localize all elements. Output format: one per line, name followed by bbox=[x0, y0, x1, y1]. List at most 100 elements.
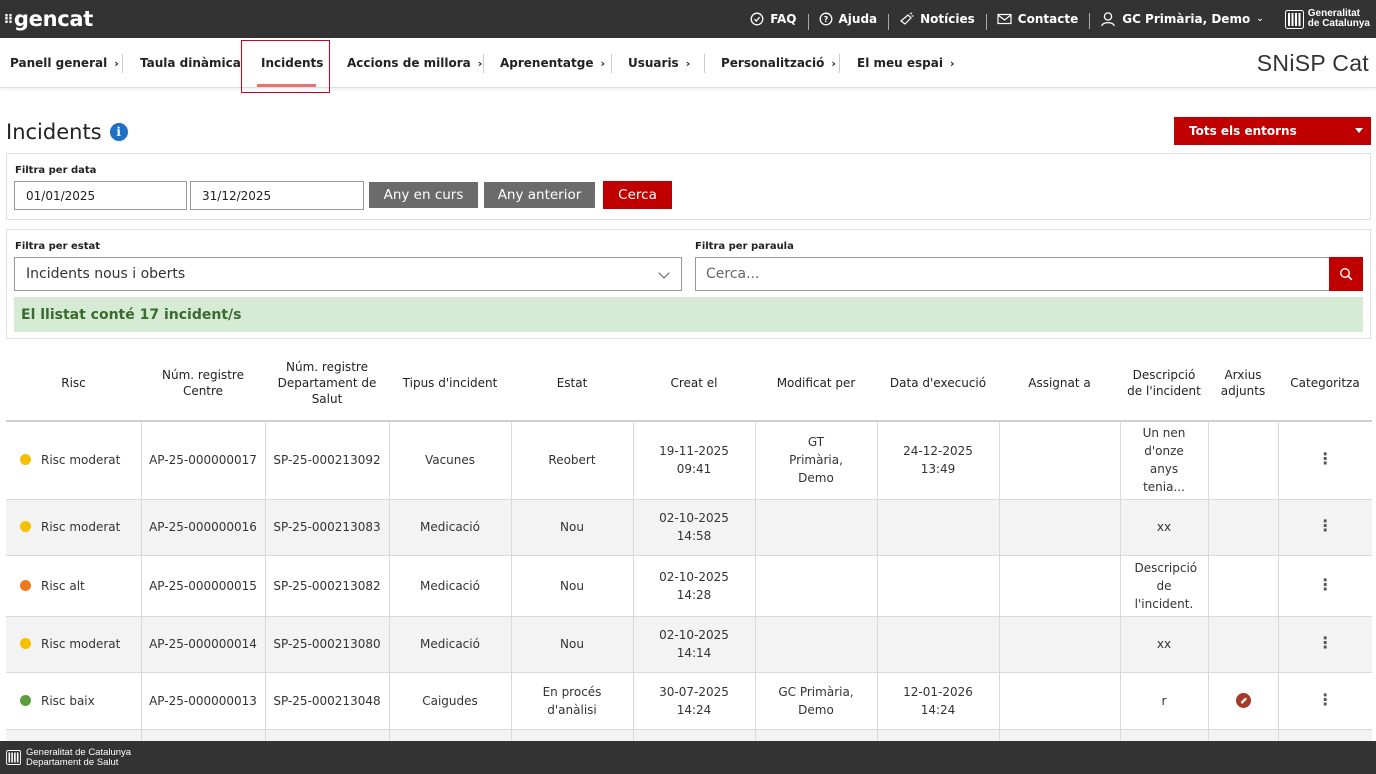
col-header-description[interactable]: Descripció de l'incident bbox=[1120, 346, 1208, 422]
faq-icon bbox=[750, 12, 764, 26]
col-header-modified-by[interactable]: Modificat per bbox=[755, 346, 877, 422]
footer-line2: Departament de Salut bbox=[26, 756, 119, 768]
nav-aprenentatge[interactable]: Aprenentatge › bbox=[500, 38, 605, 88]
risk-dot-icon bbox=[20, 638, 31, 649]
assigned-cell bbox=[998, 420, 1121, 500]
generalitat-brand[interactable]: Generalitat de Catalunya bbox=[1275, 9, 1370, 29]
exec-time: 13:49 bbox=[920, 462, 956, 477]
col-header-attachments[interactable]: Arxius adjunts bbox=[1208, 346, 1278, 422]
chevron-right-icon: › bbox=[600, 56, 606, 70]
attachments-cell bbox=[1207, 671, 1279, 730]
nav-personalitzacio[interactable]: Personalització › bbox=[721, 38, 836, 88]
nav-label: Personalització bbox=[721, 56, 825, 70]
assigned-cell bbox=[998, 498, 1121, 556]
date-search-button[interactable]: Cerca bbox=[603, 181, 672, 209]
svg-text:?: ? bbox=[823, 15, 828, 24]
previous-year-button[interactable]: Any anterior bbox=[484, 182, 595, 208]
table-row[interactable]: Risc moderat AP-25-000000016 SP-25-00021… bbox=[6, 498, 1372, 556]
attachment-icon[interactable] bbox=[1235, 692, 1251, 708]
more-options-icon[interactable]: ⋮ bbox=[1317, 690, 1333, 709]
more-options-icon[interactable]: ⋮ bbox=[1317, 633, 1333, 652]
news-link[interactable]: Notícies bbox=[888, 12, 986, 30]
word-search-input[interactable]: Cerca... bbox=[695, 257, 1330, 291]
categorize-cell: ⋮ bbox=[1277, 420, 1372, 500]
nav-panell-general[interactable]: Panell general › bbox=[10, 38, 119, 88]
nav-el-meu-espai[interactable]: El meu espai › bbox=[857, 38, 954, 88]
results-count-text: El llistat conté 17 incident/s bbox=[21, 306, 242, 323]
col-header-center-reg[interactable]: Núm. registre Centre bbox=[141, 346, 265, 422]
nav-taula-dinamica[interactable]: Taula dinàmica bbox=[140, 38, 241, 88]
environment-dropdown[interactable]: Tots els entorns bbox=[1174, 117, 1371, 145]
col-header-categorize[interactable]: Categoritza bbox=[1278, 346, 1372, 422]
risk-label: Risc baix bbox=[41, 693, 95, 708]
date-from-input[interactable]: 01/01/2025 bbox=[14, 181, 187, 210]
risk-cell: Risc baix bbox=[6, 671, 142, 730]
risk-dot-icon bbox=[20, 521, 31, 532]
created-date: 02-10-2025 bbox=[659, 628, 729, 642]
created-time: 14:28 bbox=[676, 587, 712, 602]
incidents-table-wrapper[interactable]: Risc Núm. registre Centre Núm. registre … bbox=[6, 346, 1372, 742]
table-row[interactable]: Risc moderat AP-25-000000014 SP-25-00021… bbox=[6, 615, 1372, 673]
help-icon: ? bbox=[819, 12, 832, 26]
help-label: Ajuda bbox=[838, 12, 878, 26]
status-select[interactable]: Incidents nous i oberts bbox=[14, 257, 682, 291]
table-row[interactable]: Risc alt AP-25-000000015 SP-25-000213082… bbox=[6, 554, 1372, 617]
table-row[interactable]: Risc moderat AP-25-000000017 SP-25-00021… bbox=[6, 420, 1372, 500]
faq-label: FAQ bbox=[770, 12, 797, 26]
more-options-icon[interactable]: ⋮ bbox=[1317, 449, 1333, 468]
created-time: 14:58 bbox=[676, 529, 712, 543]
chevron-down-icon: ⌄ bbox=[1256, 14, 1264, 24]
exec-date: 24-12-2025 bbox=[903, 444, 973, 459]
info-icon[interactable]: i bbox=[109, 123, 128, 141]
modified-by-cell: GT Primària, Demo bbox=[754, 420, 878, 500]
help-link[interactable]: ? Ajuda bbox=[807, 12, 889, 30]
current-year-button[interactable]: Any en curs bbox=[369, 182, 478, 208]
nav-usuaris[interactable]: Usuaris › bbox=[628, 38, 690, 88]
risk-label: Risc moderat bbox=[41, 520, 121, 534]
search-icon bbox=[1339, 267, 1353, 281]
col-header-exec-date[interactable]: Data d'execució bbox=[877, 346, 999, 422]
center-reg-cell: AP-25-000000015 bbox=[140, 554, 266, 617]
risk-dot-icon bbox=[20, 454, 31, 466]
current-year-label: Any en curs bbox=[383, 187, 464, 203]
col-header-dept-reg[interactable]: Núm. registre Departament de Salut bbox=[265, 346, 389, 422]
generalitat-brand-text: Generalitat de Catalunya bbox=[1308, 9, 1370, 29]
gencat-logo[interactable]: ⁝⁝ gencat bbox=[0, 7, 93, 31]
date-to-input[interactable]: 31/12/2025 bbox=[190, 181, 364, 210]
more-options-icon[interactable]: ⋮ bbox=[1317, 575, 1333, 594]
center-reg-cell: AP-25-000000013 bbox=[140, 671, 266, 730]
created-date: 30-07-2025 bbox=[659, 684, 729, 699]
word-filter-label: Filtra per paraula bbox=[695, 241, 794, 252]
word-search-button[interactable] bbox=[1329, 257, 1363, 291]
center-reg-cell: AP-25-000000017 bbox=[140, 420, 266, 500]
nav-label: Usuaris bbox=[628, 56, 679, 70]
modified-by-cell bbox=[754, 498, 878, 556]
created-time: 14:24 bbox=[676, 702, 712, 717]
status-cell: Nou bbox=[510, 554, 634, 617]
table-header-row: Risc Núm. registre Centre Núm. registre … bbox=[6, 346, 1372, 422]
faq-link[interactable]: FAQ bbox=[739, 12, 807, 26]
status-filter-label: Filtra per estat bbox=[15, 241, 101, 252]
col-header-type[interactable]: Tipus d'incident bbox=[389, 346, 511, 422]
col-header-created[interactable]: Creat el bbox=[633, 346, 755, 422]
modified-by-cell: GC Primària, Demo bbox=[754, 671, 878, 730]
attachments-cell bbox=[1207, 420, 1279, 500]
chevron-right-icon: › bbox=[685, 56, 691, 70]
nav-divider bbox=[839, 54, 840, 73]
user-menu[interactable]: GC Primària, Demo ⌄ bbox=[1089, 11, 1275, 29]
col-header-assigned[interactable]: Assignat a bbox=[999, 346, 1120, 422]
contact-link[interactable]: Contacte bbox=[985, 12, 1089, 30]
table-row[interactable]: Risc baix AP-25-000000013 SP-25-00021304… bbox=[6, 671, 1372, 730]
date-to-value: 31/12/2025 bbox=[202, 188, 272, 203]
more-options-icon[interactable]: ⋮ bbox=[1317, 516, 1333, 535]
risk-dot-icon bbox=[20, 694, 31, 706]
created-time: 09:41 bbox=[676, 462, 712, 477]
col-header-status[interactable]: Estat bbox=[511, 346, 633, 422]
risk-label: Risc alt bbox=[41, 578, 85, 593]
nav-accions-de-millora[interactable]: Accions de millora › bbox=[347, 38, 482, 88]
date-search-label: Cerca bbox=[618, 187, 657, 203]
col-header-risk[interactable]: Risc bbox=[6, 346, 141, 422]
contact-label: Contacte bbox=[1017, 12, 1079, 26]
exec-date-cell bbox=[876, 615, 1000, 673]
type-cell: Vacunes bbox=[388, 420, 512, 500]
